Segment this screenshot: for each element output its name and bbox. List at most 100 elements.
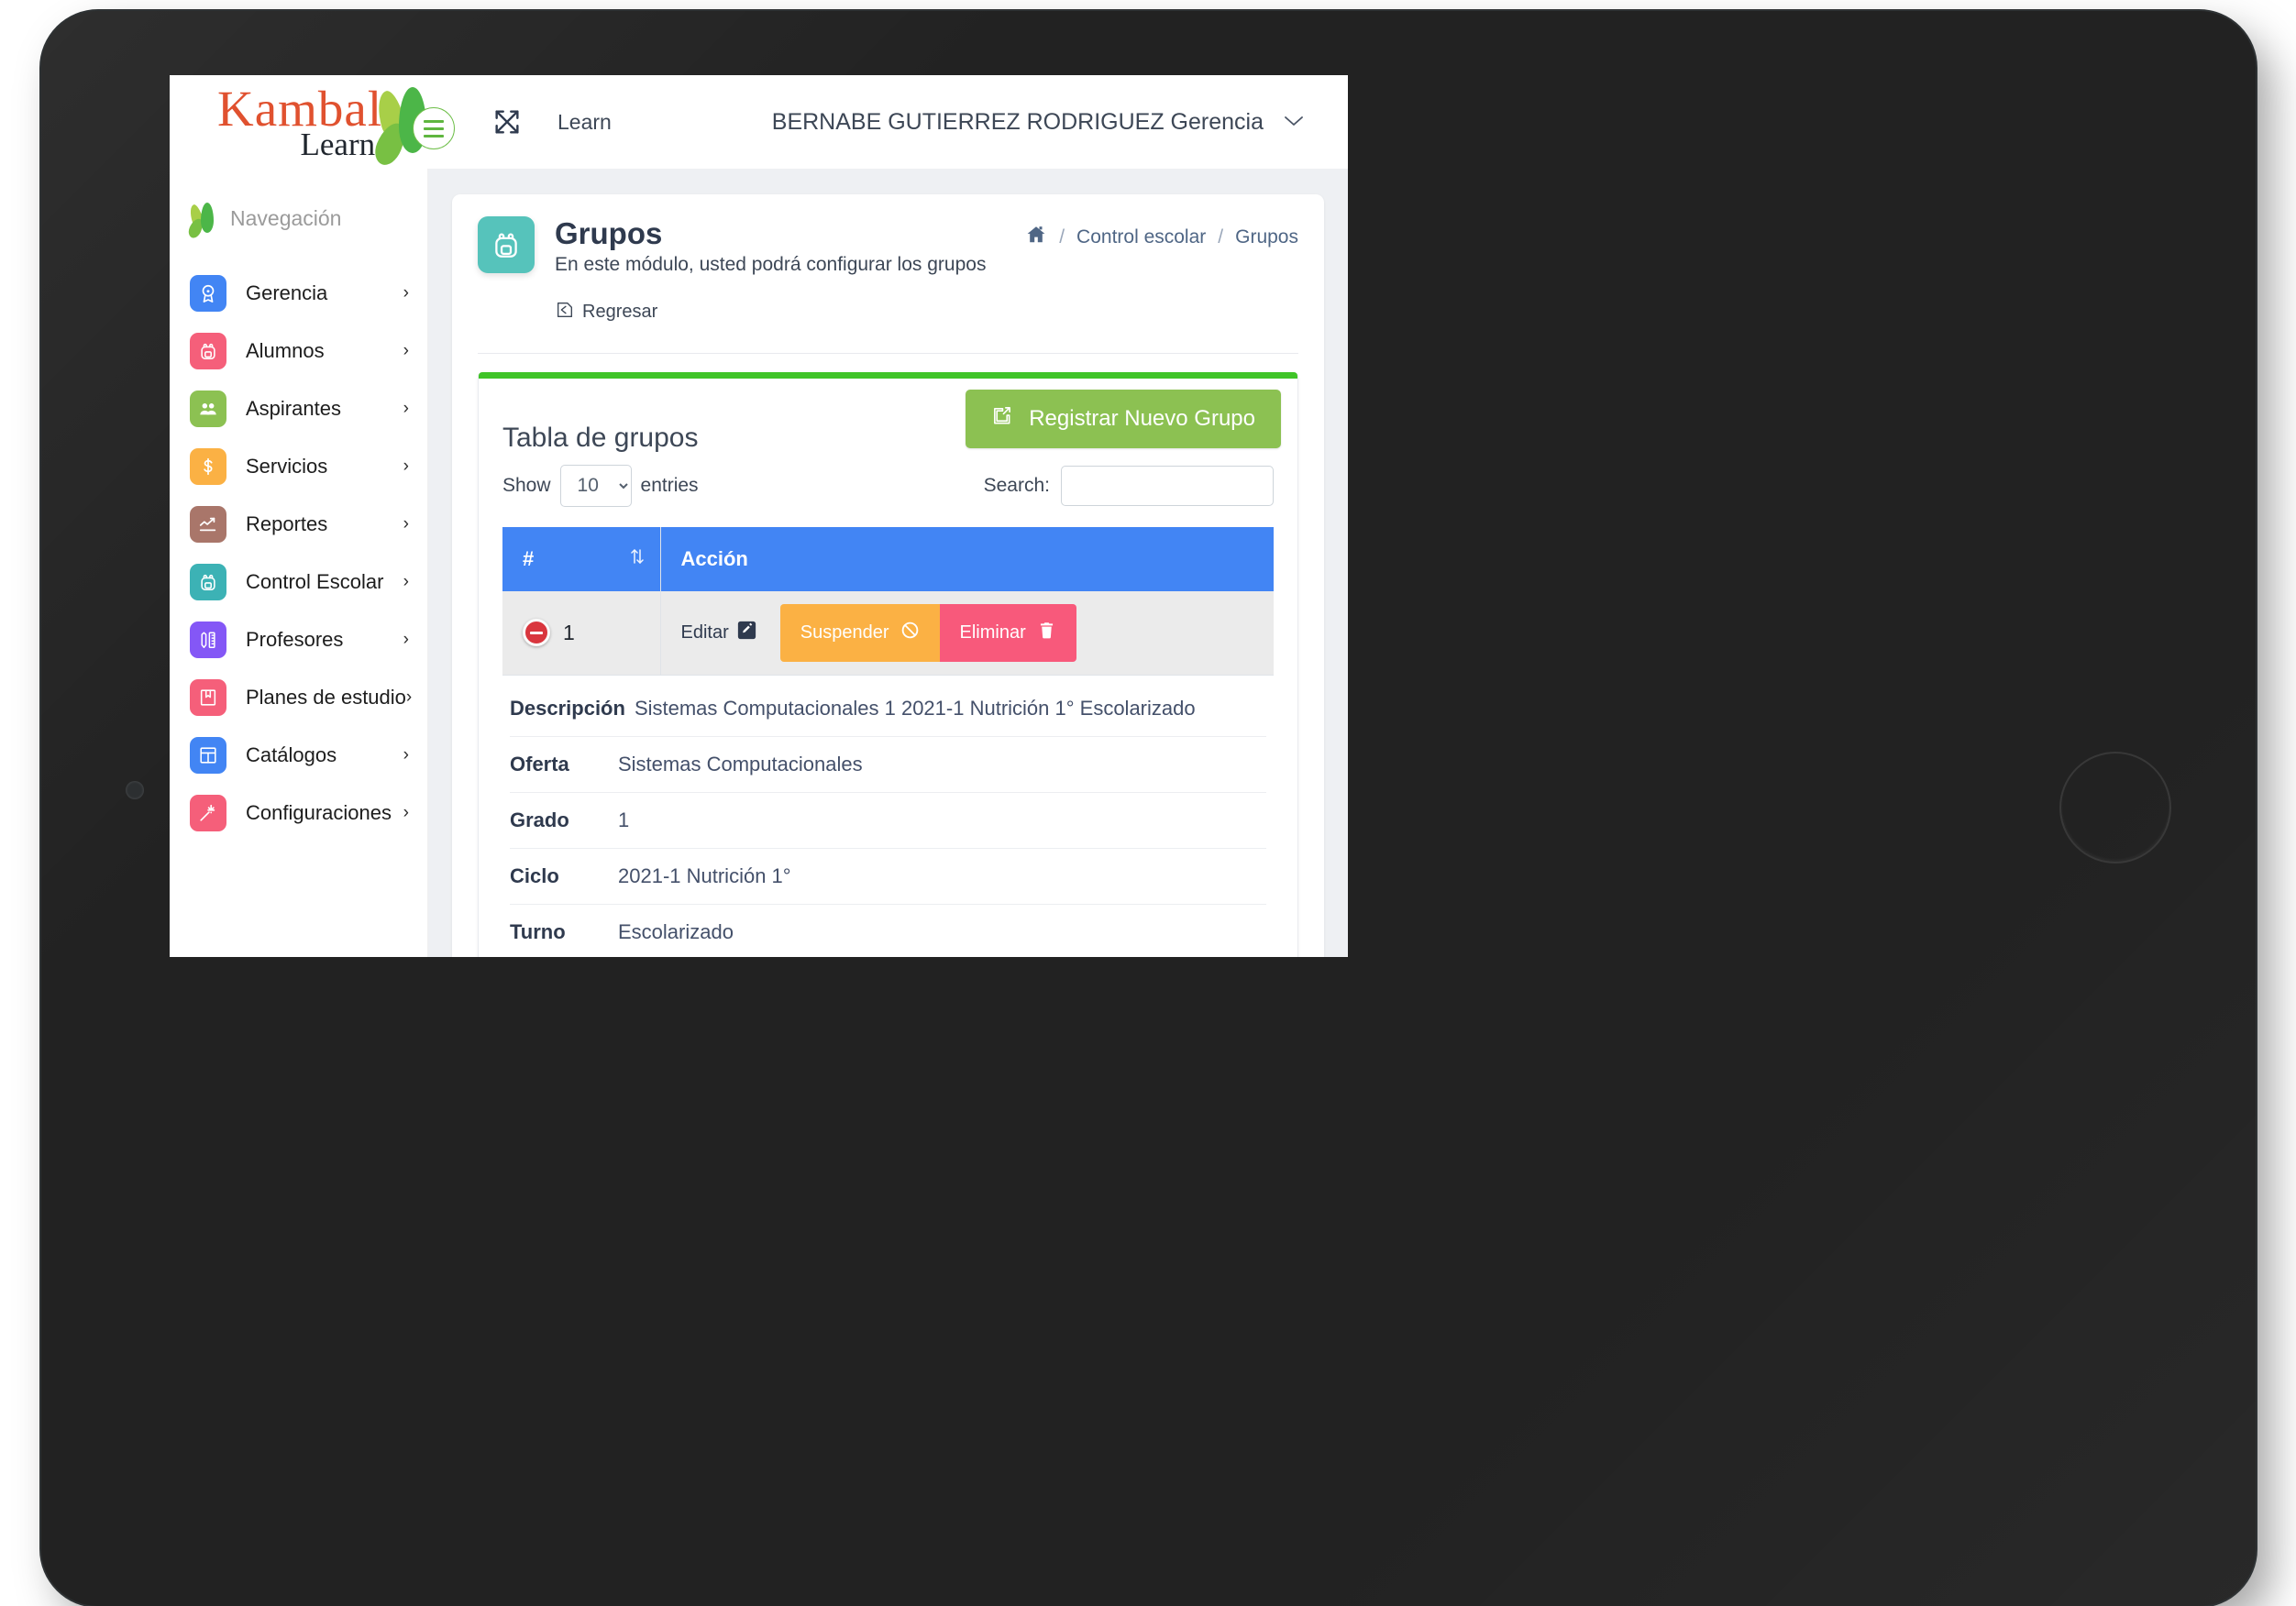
row-number-cell: 1 (502, 590, 661, 676)
column-header-action: Acción (660, 526, 1274, 591)
reply-icon (555, 300, 575, 325)
user-name-label: BERNABE GUTIERREZ RODRIGUEZ Gerencia (771, 108, 1264, 135)
detail-row-turno: Turno Escolarizado (510, 905, 1266, 957)
page-subtitle: En este módulo, usted podrá configurar l… (555, 253, 987, 275)
sidebar-item-label: Control Escolar (246, 569, 384, 593)
detail-value: Sistemas Computacionales (618, 752, 863, 776)
people-icon (190, 390, 226, 427)
table-header-row: # Acción (502, 526, 1274, 591)
sidebar-item-configuraciones[interactable]: Configuraciones › (170, 784, 427, 842)
detail-value: Sistemas Computacionales 1 2021-1 Nutric… (634, 696, 1196, 720)
suspend-button[interactable]: Suspender (779, 603, 940, 662)
sidebar-item-profesores[interactable]: Profesores › (170, 610, 427, 668)
entries-per-page-select[interactable]: 102550100 (559, 464, 632, 507)
chevron-right-icon: › (403, 571, 409, 591)
search-label: Search: (983, 474, 1050, 496)
detail-value: 2021-1 Nutrición 1° (618, 864, 791, 887)
breadcrumb: / Control escolar / Grupos (1025, 216, 1298, 251)
chevron-right-icon: › (403, 398, 409, 418)
bookmark-icon (190, 678, 226, 716)
minus-circle-icon[interactable] (523, 619, 550, 647)
sidebar-item-aspirantes[interactable]: Aspirantes › (170, 380, 427, 437)
pencil-ruler-icon (190, 621, 226, 658)
home-icon[interactable] (1025, 224, 1047, 251)
detail-row-oferta: Oferta Sistemas Computacionales (510, 737, 1266, 793)
sidebar-item-catalogos[interactable]: Catálogos › (170, 726, 427, 784)
page-header-text: Grupos En este módulo, usted podrá confi… (555, 216, 1025, 325)
edit-button[interactable]: Editar (681, 621, 756, 645)
sidebar-item-reportes[interactable]: Reportes › (170, 495, 427, 553)
page-header: Grupos En este módulo, usted podrá confi… (478, 216, 1298, 325)
header-divider (478, 352, 1298, 354)
table-head: # Acción (502, 526, 1274, 591)
back-link-label: Regresar (582, 302, 658, 323)
sort-arrows-icon (629, 545, 646, 573)
sidebar-item-label: Profesores (246, 627, 344, 651)
pencil-square-icon (991, 405, 1012, 433)
hamburger-icon[interactable] (413, 107, 455, 149)
breadcrumb-item-grupos[interactable]: Grupos (1235, 226, 1298, 248)
sidebar-item-gerencia[interactable]: Gerencia › (170, 264, 427, 322)
sidebar-item-label: Configuraciones (246, 800, 392, 824)
backpack-icon (190, 332, 226, 369)
expand-arrows-icon[interactable] (491, 106, 523, 138)
award-badge-icon (190, 274, 226, 312)
home-button[interactable] (2059, 752, 2171, 864)
register-new-group-label: Registrar Nuevo Grupo (1029, 405, 1255, 431)
backpack-icon (190, 563, 226, 600)
groups-table: # Acción 1 Editar Suspender Eliminar (502, 526, 1274, 676)
detail-key: Turno (510, 919, 566, 943)
search-input[interactable] (1061, 465, 1274, 506)
sidebar-item-alumnos[interactable]: Alumnos › (170, 322, 427, 380)
detail-key: Descripción (510, 696, 625, 720)
pencil-square-icon (737, 621, 756, 645)
detail-row-grado: Grado 1 (510, 793, 1266, 849)
app-body: Navegación Gerencia › Alumnos › Aspirant… (170, 169, 1348, 957)
sidebar-item-label: Reportes (246, 512, 328, 535)
backpack-icon (478, 216, 535, 273)
trash-icon (1037, 621, 1056, 645)
magic-wand-icon (190, 794, 226, 831)
sidebar-heading-label: Navegación (230, 205, 342, 230)
suspend-label: Suspender (800, 622, 889, 643)
brand-logo[interactable]: Kambal Learn (170, 83, 455, 170)
delete-button[interactable]: Eliminar (939, 603, 1076, 662)
sidebar: Navegación Gerencia › Alumnos › Aspirant… (170, 169, 428, 957)
tablet-device-frame: Kambal Learn Learn BERNABE GUTIERREZ ROD… (41, 11, 2256, 1606)
search-control: Search: (983, 465, 1274, 506)
table-card: Registrar Nuevo Grupo Tabla de grupos Sh… (478, 371, 1298, 957)
row-action-cell: Editar Suspender Eliminar (660, 590, 1274, 676)
topbar-title: Learn (557, 109, 612, 134)
chevron-right-icon: › (403, 802, 409, 822)
detail-row-descripcion: Descripción Sistemas Computacionales 1 2… (510, 681, 1266, 737)
chevron-right-icon: › (403, 456, 409, 476)
tablet-screen: Kambal Learn Learn BERNABE GUTIERREZ ROD… (170, 75, 1348, 957)
top-bar: Kambal Learn Learn BERNABE GUTIERREZ ROD… (170, 75, 1348, 170)
sidebar-item-label: Planes de estudio (246, 685, 406, 709)
breadcrumb-separator: / (1218, 226, 1224, 248)
column-header-label: # (523, 546, 535, 570)
sidebar-heading: Navegación (170, 192, 427, 244)
detail-row-ciclo: Ciclo 2021-1 Nutrición 1° (510, 849, 1266, 905)
chevron-right-icon: › (403, 513, 409, 534)
chevron-right-icon: › (403, 629, 409, 649)
sidebar-item-servicios[interactable]: Servicios › (170, 437, 427, 495)
brand-logo-text: Kambal Learn (217, 83, 382, 160)
sidebar-item-label: Alumnos (246, 338, 325, 362)
table-row: 1 Editar Suspender Eliminar (502, 590, 1274, 676)
sidebar-item-planes-de-estudio[interactable]: Planes de estudio › (170, 668, 427, 726)
table-body: 1 Editar Suspender Eliminar (502, 590, 1274, 676)
breadcrumb-item-control-escolar[interactable]: Control escolar (1076, 226, 1206, 248)
dollar-icon (190, 447, 226, 485)
breadcrumb-separator: / (1059, 226, 1065, 248)
column-header-number[interactable]: # (502, 526, 661, 591)
column-header-label: Acción (680, 546, 748, 570)
detail-value: 1 (618, 808, 630, 831)
card-accent-bar (479, 371, 1297, 379)
register-new-group-button[interactable]: Registrar Nuevo Grupo (966, 389, 1281, 448)
sidebar-item-control-escolar[interactable]: Control Escolar › (170, 553, 427, 610)
delete-label: Eliminar (959, 622, 1026, 643)
back-link[interactable]: Regresar (555, 300, 657, 325)
length-control: Show 102550100 entries (502, 464, 699, 507)
user-menu[interactable]: BERNABE GUTIERREZ RODRIGUEZ Gerencia (772, 109, 1304, 136)
